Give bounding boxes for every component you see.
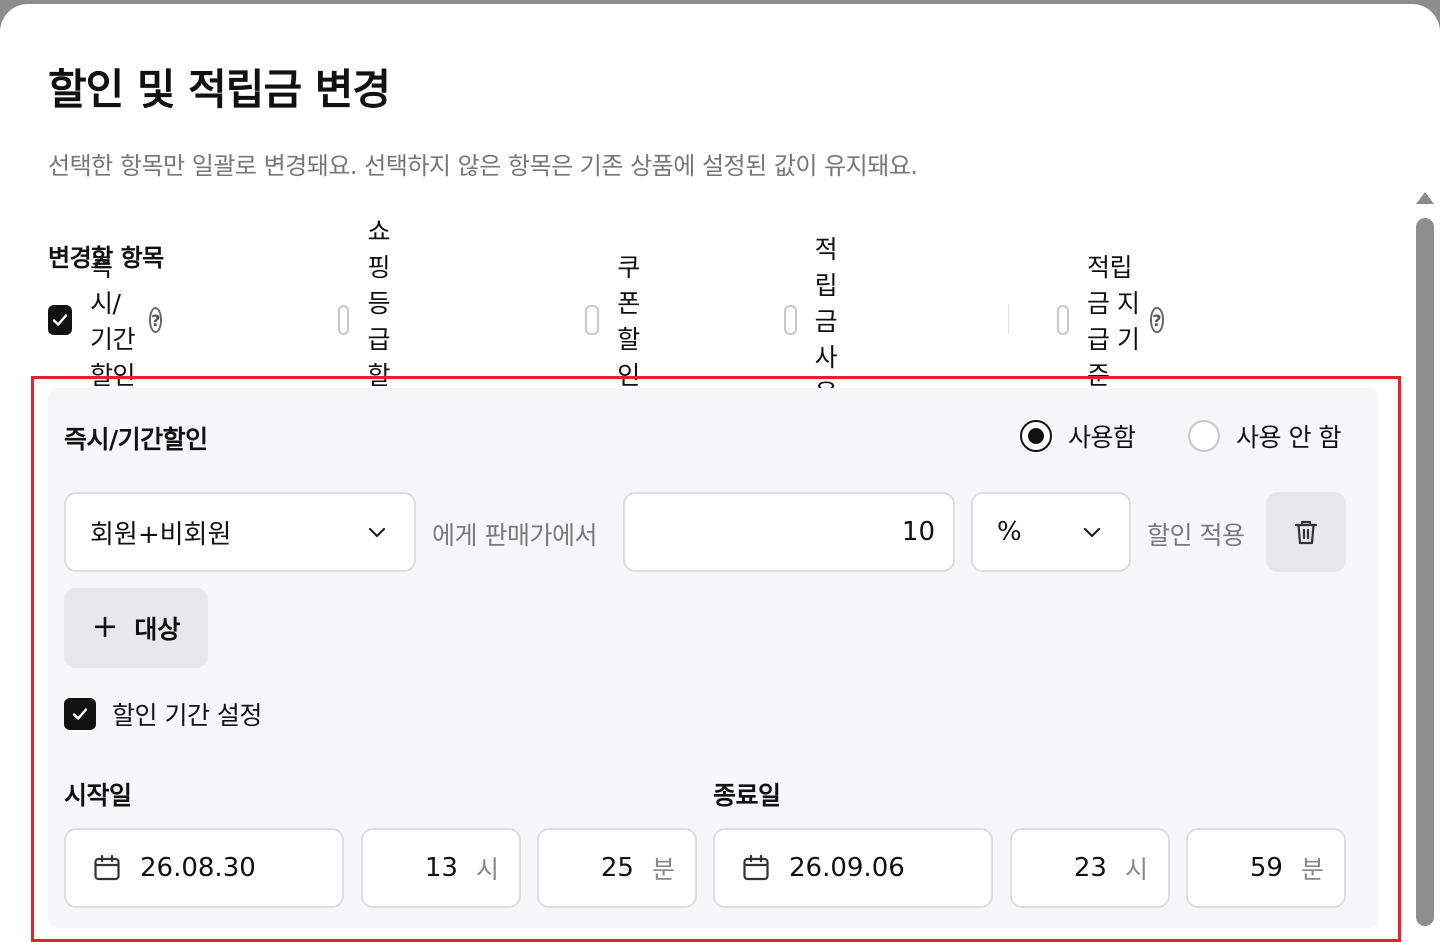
checkbox-label: 즉시/기간할인	[90, 253, 136, 390]
scrollbar[interactable]	[1412, 190, 1438, 930]
radio-label: 사용 안 함	[1236, 423, 1341, 452]
unit-select-value: %	[997, 517, 1022, 547]
checkbox-instant-discount[interactable]: 즉시/기간할인 ?	[48, 253, 163, 390]
end-minute-input[interactable]: 59 분	[1186, 828, 1346, 908]
start-minute-input[interactable]: 25 분	[537, 828, 697, 908]
radio-button-selected[interactable]	[1020, 420, 1052, 452]
calendar-icon	[94, 854, 120, 881]
end-date-label: 종료일	[713, 781, 781, 810]
start-hour-value: 13	[424, 853, 458, 883]
checkbox-label: 쿠폰 할인	[617, 253, 640, 390]
start-date-input[interactable]: 26.08.30	[64, 828, 344, 908]
chevron-down-icon	[368, 527, 386, 538]
trash-icon	[1294, 520, 1318, 545]
label-apply-discount: 할인 적용	[1147, 521, 1245, 550]
modal-title: 할인 및 적립금 변경	[48, 65, 391, 114]
add-target-button[interactable]: + 대상	[64, 588, 208, 668]
panel-title: 즉시/기간할인	[64, 425, 208, 454]
discount-amount-value: 10	[901, 517, 935, 547]
start-date-label: 시작일	[64, 781, 132, 810]
radio-label: 사용함	[1068, 423, 1136, 452]
checkbox-box-checked[interactable]	[48, 305, 72, 335]
add-target-label: 대상	[134, 615, 181, 644]
checkbox-box[interactable]	[1057, 305, 1070, 335]
checkbox-grade-discount[interactable]: 쇼핑등급 할인	[338, 217, 409, 426]
checkbox-label: 적립금 사용	[814, 235, 838, 408]
unit-select[interactable]: %	[971, 492, 1131, 572]
checkbox-label: 할인 기간 설정	[112, 701, 262, 730]
label-from-price: 에게 판매가에서	[432, 521, 597, 550]
checkbox-coupon-discount[interactable]: 쿠폰 할인	[585, 253, 656, 390]
target-select[interactable]: 회원+비회원	[64, 492, 416, 572]
discount-amount-input[interactable]: 10	[623, 492, 955, 572]
radio-use[interactable]: 사용함	[1020, 418, 1136, 454]
hour-unit: 시	[1124, 855, 1148, 884]
chevron-down-icon	[1083, 527, 1101, 538]
checkbox-discount-period[interactable]: 할인 기간 설정	[64, 696, 262, 732]
target-select-value: 회원+비회원	[90, 519, 232, 550]
instant-discount-panel: 즉시/기간할인 사용함 사용 안 함 회원+비회원 에게 판매가에서 10 % …	[48, 388, 1378, 928]
calendar-icon	[743, 854, 769, 881]
end-hour-input[interactable]: 23 시	[1010, 828, 1170, 908]
end-minute-value: 59	[1249, 853, 1283, 883]
end-date-value: 26.09.06	[789, 853, 905, 883]
radio-button[interactable]	[1188, 420, 1220, 452]
check-icon	[72, 708, 88, 720]
checkbox-points-use[interactable]: 적립금 사용	[784, 235, 855, 408]
scrollbar-thumb[interactable]	[1416, 218, 1434, 926]
check-icon	[52, 314, 68, 326]
help-icon[interactable]: ?	[149, 307, 163, 333]
divider	[1008, 304, 1009, 334]
delete-button[interactable]	[1266, 492, 1346, 572]
help-icon[interactable]: ?	[1150, 307, 1164, 333]
checkbox-box[interactable]	[784, 305, 797, 335]
hour-unit: 시	[475, 855, 499, 884]
plus-icon: +	[91, 607, 119, 645]
checkbox-label: 적립금 지급 기준	[1087, 253, 1140, 390]
end-date-input[interactable]: 26.09.06	[713, 828, 993, 908]
modal-description: 선택한 항목만 일괄로 변경돼요. 선택하지 않은 항목은 기존 상품에 설정된…	[48, 152, 918, 180]
checkbox-points-criteria[interactable]: 적립금 지급 기준 ?	[1057, 253, 1164, 390]
radio-not-use[interactable]: 사용 안 함	[1188, 418, 1341, 454]
start-date-value: 26.08.30	[140, 853, 256, 883]
modal: 할인 및 적립금 변경 선택한 항목만 일괄로 변경돼요. 선택하지 않은 항목…	[0, 4, 1440, 942]
checkbox-box[interactable]	[585, 305, 600, 335]
minute-unit: 분	[1300, 855, 1324, 884]
start-hour-input[interactable]: 13 시	[361, 828, 521, 908]
checkbox-box[interactable]	[338, 305, 350, 335]
checkbox-box-checked[interactable]	[64, 698, 96, 730]
scroll-up-arrow-icon[interactable]	[1416, 192, 1434, 204]
end-hour-value: 23	[1073, 853, 1107, 883]
minute-unit: 분	[651, 855, 675, 884]
start-minute-value: 25	[600, 853, 634, 883]
